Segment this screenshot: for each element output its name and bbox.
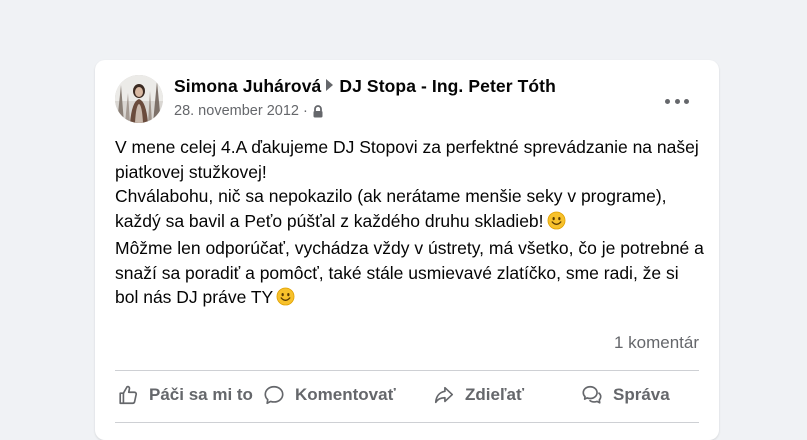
author-avatar[interactable] — [115, 75, 163, 123]
post-text-line-2: Chválabohu, nič sa nepokazilo (ak neráta… — [115, 184, 705, 236]
post-card: Simona Juhárová DJ Stopa - Ing. Peter Tót… — [95, 60, 719, 440]
smiley-emoji — [276, 287, 295, 313]
like-button[interactable]: Páči sa mi to — [117, 384, 253, 406]
thumbs-up-icon — [119, 385, 138, 405]
comment-count-link[interactable]: 1 komentár — [614, 333, 699, 353]
author-name[interactable]: Simona Juhárová — [174, 76, 321, 96]
more-options-button[interactable] — [665, 95, 689, 107]
post-text-line-1: V mene celej 4.A ďakujeme DJ Stopovi za … — [115, 137, 699, 182]
dot-icon — [665, 98, 670, 104]
post-header: Simona Juhárová DJ Stopa - Ing. Peter Tót… — [115, 73, 699, 123]
comment-bubble-icon — [264, 385, 284, 405]
post-date[interactable]: 28. november 2012 — [174, 103, 299, 119]
dot-icon — [674, 98, 680, 104]
like-label: Páči sa mi to — [149, 385, 253, 404]
lock-icon[interactable] — [312, 104, 324, 118]
comment-button[interactable]: Komentovať — [263, 384, 396, 406]
target-page-name[interactable]: DJ Stopa - Ing. Peter Tóth — [339, 76, 556, 96]
post-text-line-3-content: Môžme len odporúčať, vychádza vždy v úst… — [115, 238, 704, 307]
avatar-image — [115, 75, 163, 123]
share-arrow-icon — [434, 386, 454, 404]
dot-icon — [684, 98, 689, 104]
author-line: Simona Juhárová DJ Stopa - Ing. Peter Tót… — [174, 76, 556, 97]
message-label: Správa — [613, 385, 670, 404]
arrow-right-icon — [326, 79, 334, 91]
message-button[interactable]: Správa — [581, 384, 670, 406]
action-bar: Páči sa mi to Komentovať Zdieľať Správa — [115, 378, 699, 414]
comment-label: Komentovať — [295, 385, 396, 404]
post-text: V mene celej 4.A ďakujeme DJ Stopovi za … — [115, 135, 705, 313]
post-text-line-3: Môžme len odporúčať, vychádza vždy v úst… — [115, 236, 705, 313]
meta-separator: · — [302, 103, 308, 119]
share-label: Zdieľať — [465, 385, 525, 404]
post-text-line-2-content: Chválabohu, nič sa nepokazilo (ak neráta… — [115, 186, 667, 231]
smiley-emoji — [547, 211, 566, 237]
post-meta: 28. november 2012 · — [174, 103, 324, 119]
message-icon — [582, 385, 602, 404]
divider — [115, 422, 699, 423]
divider — [115, 370, 699, 371]
share-button[interactable]: Zdieľať — [433, 384, 524, 406]
